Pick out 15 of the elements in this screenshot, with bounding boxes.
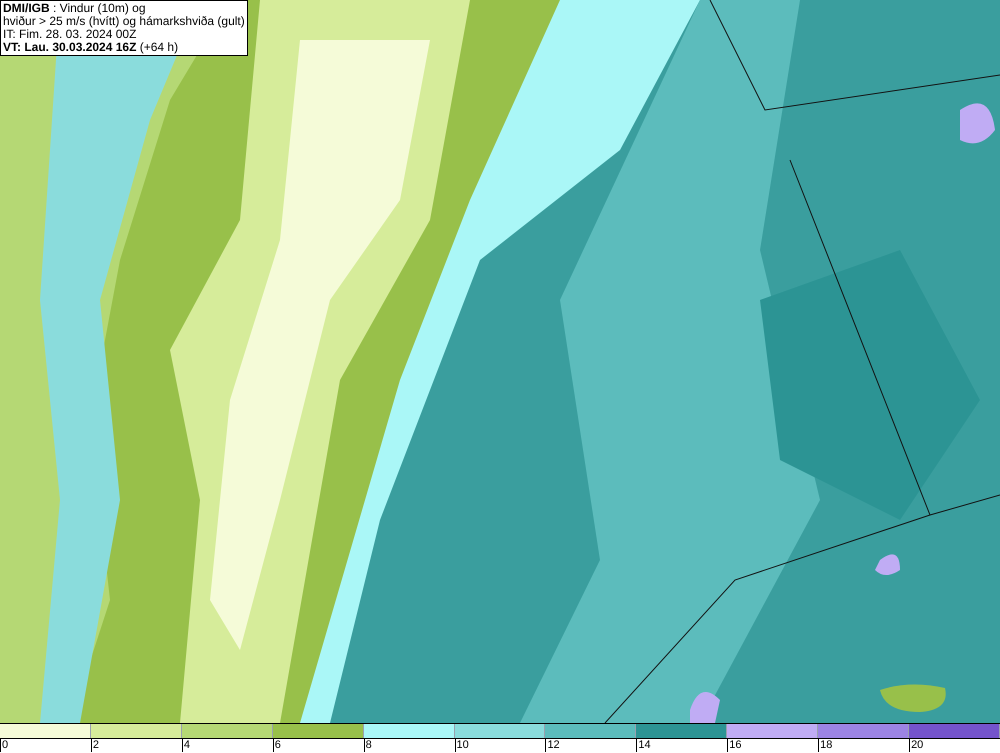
legend-label: 2	[90, 739, 100, 752]
legend-label: 12	[545, 739, 560, 752]
legend-label: 14	[636, 739, 651, 752]
legend-label: 6	[272, 739, 281, 752]
legend-label: 18	[818, 739, 832, 752]
title-line: VT: Lau. 30.03.2024 16Z (+64 h)	[3, 41, 180, 54]
legend-label: 0	[0, 739, 8, 752]
title-line: hviður > 25 m/s (hvítt) og hámarkshviða (gult)	[3, 15, 245, 28]
legend-label: 20	[909, 739, 924, 752]
title-line: DMI/IGB : Vindur (10m) og	[3, 2, 146, 15]
title-line: IT: Fim. 28. 03. 2024 00Z	[3, 28, 138, 41]
legend-label: 10	[454, 739, 469, 752]
legend-label: 8	[364, 739, 372, 752]
legend-label: 16	[727, 739, 742, 752]
legend-label: 4	[182, 739, 190, 752]
